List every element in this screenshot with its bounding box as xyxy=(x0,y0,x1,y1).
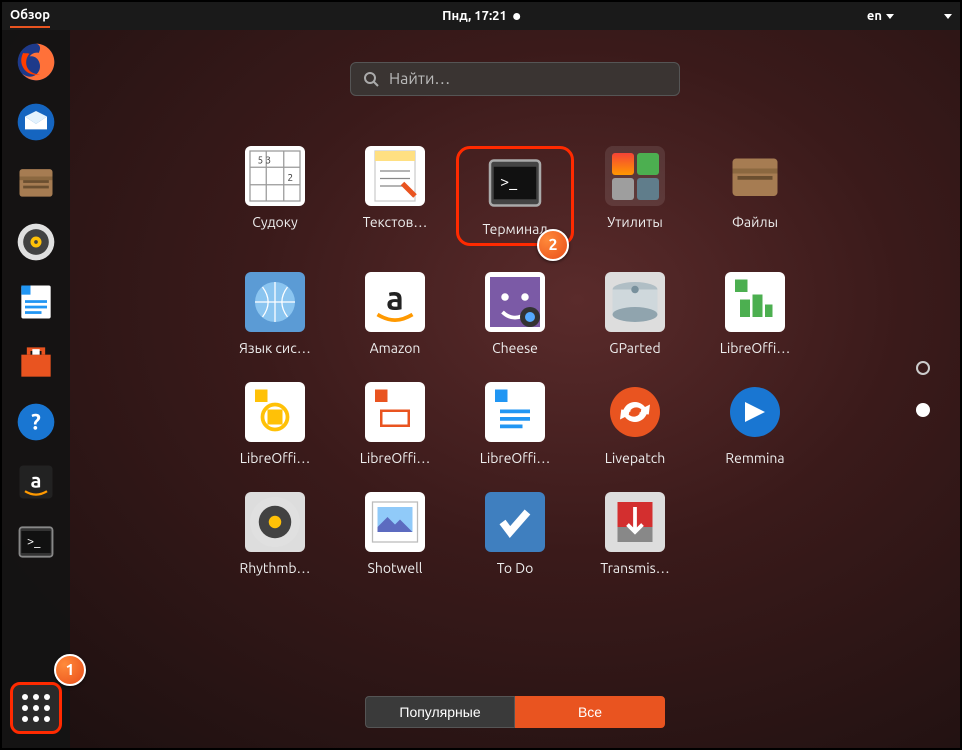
sudoku-icon: 5 3 2 xyxy=(245,146,305,206)
app-label: Судоку xyxy=(252,214,298,230)
dock-software[interactable] xyxy=(10,336,62,388)
dock-thunderbird[interactable] xyxy=(10,96,62,148)
app-label: Текстов… xyxy=(363,214,428,230)
svg-text:a: a xyxy=(386,281,404,317)
app-livepatch[interactable]: Livepatch xyxy=(576,382,694,466)
amazon-icon: a xyxy=(365,272,425,332)
svg-text:2: 2 xyxy=(288,172,294,183)
search-icon xyxy=(363,71,379,87)
app-label: Livepatch xyxy=(605,450,665,466)
app-cheese[interactable]: Cheese xyxy=(456,272,574,356)
page-dot-1[interactable] xyxy=(916,361,930,375)
app-label: Терминал xyxy=(482,221,547,237)
app-draw[interactable]: LibreOffi… xyxy=(216,382,334,466)
livepatch-icon xyxy=(605,382,665,442)
dock-rhythmbox[interactable] xyxy=(10,216,62,268)
rhythmbox-icon xyxy=(245,492,305,552)
utilities-folder-icon xyxy=(605,146,665,206)
app-label: To Do xyxy=(497,560,534,576)
app-label: Remmina xyxy=(725,450,784,466)
transmission-icon xyxy=(605,492,665,552)
app-amazon[interactable]: a Amazon xyxy=(336,272,454,356)
app-label: Cheese xyxy=(492,340,538,356)
app-sudoku[interactable]: 5 3 2 Судоку xyxy=(216,146,334,246)
gparted-icon xyxy=(605,272,665,332)
calc-icon xyxy=(725,272,785,332)
app-remmina[interactable]: Remmina xyxy=(696,382,814,466)
clock[interactable]: Пнд, 17:21 xyxy=(442,9,520,23)
annotation-step-2: 2 xyxy=(537,229,569,261)
app-label: Утилиты xyxy=(607,214,663,230)
app-transmission[interactable]: Transmis… xyxy=(576,492,694,576)
dock: ? a >_ 1 xyxy=(2,30,70,748)
app-texteditor[interactable]: Текстов… xyxy=(336,146,454,246)
view-tabs: Популярные Все xyxy=(365,696,665,728)
dock-firefox[interactable] xyxy=(10,36,62,88)
app-label: Amazon xyxy=(370,340,421,356)
page-indicator[interactable] xyxy=(916,361,930,417)
tab-all[interactable]: Все xyxy=(515,696,665,728)
language-icon xyxy=(245,272,305,332)
texteditor-icon xyxy=(365,146,425,206)
notification-dot-icon xyxy=(513,13,520,20)
app-rhythmbox[interactable]: Rhythmb… xyxy=(216,492,334,576)
app-label: LibreOffi… xyxy=(240,450,311,466)
app-writer[interactable]: LibreOffi… xyxy=(456,382,574,466)
page-dot-2[interactable] xyxy=(916,403,930,417)
app-todo[interactable]: To Do xyxy=(456,492,574,576)
chevron-down-icon xyxy=(944,14,952,19)
terminal-icon: >_ xyxy=(485,153,545,213)
dock-writer[interactable] xyxy=(10,276,62,328)
dock-files[interactable] xyxy=(10,156,62,208)
app-files[interactable]: Файлы xyxy=(696,146,814,246)
input-language[interactable]: en xyxy=(867,9,894,23)
draw-icon xyxy=(245,382,305,442)
app-label: LibreOffi… xyxy=(360,450,431,466)
svg-text:>_: >_ xyxy=(27,535,41,549)
search-field[interactable]: Найти… xyxy=(350,62,680,96)
datetime-text: Пнд, 17:21 xyxy=(442,9,507,23)
app-impress[interactable]: LibreOffi… xyxy=(336,382,454,466)
app-label: GParted xyxy=(609,340,660,356)
app-label: Файлы xyxy=(732,214,778,230)
files-icon xyxy=(725,146,785,206)
shotwell-icon xyxy=(365,492,425,552)
app-label: LibreOffi… xyxy=(720,340,791,356)
impress-icon xyxy=(365,382,425,442)
app-label: Shotwell xyxy=(368,560,423,576)
app-gparted[interactable]: GParted xyxy=(576,272,694,356)
svg-text:a: a xyxy=(31,469,42,492)
chevron-down-icon xyxy=(886,14,894,19)
apps-overview: Найти… 5 3 2 Судоку Текстов… >_ Терминал … xyxy=(70,30,960,748)
search-placeholder: Найти… xyxy=(389,70,450,88)
remmina-icon xyxy=(725,382,785,442)
app-terminal[interactable]: >_ Терминал 2 xyxy=(456,146,574,246)
todo-icon xyxy=(485,492,545,552)
dock-apps-container: 1 xyxy=(10,682,62,734)
svg-text:>_: >_ xyxy=(500,173,518,191)
svg-text:?: ? xyxy=(31,409,41,434)
power-icon[interactable] xyxy=(936,14,952,19)
app-label: LibreOffi… xyxy=(480,450,551,466)
dock-amazon[interactable]: a xyxy=(10,456,62,508)
app-utilities-folder[interactable]: Утилиты xyxy=(576,146,694,246)
app-language[interactable]: Язык сис… xyxy=(216,272,334,356)
svg-text:5 3: 5 3 xyxy=(258,155,272,166)
tab-frequent[interactable]: Популярные xyxy=(365,696,515,728)
app-label: Язык сис… xyxy=(239,340,311,356)
top-bar: Обзор Пнд, 17:21 en xyxy=(2,2,960,30)
dock-terminal[interactable]: >_ xyxy=(10,516,62,568)
show-apps-button[interactable] xyxy=(10,682,62,734)
app-grid: 5 3 2 Судоку Текстов… >_ Терминал 2 Утили… xyxy=(216,146,814,576)
writer-icon xyxy=(485,382,545,442)
app-label: Transmis… xyxy=(600,560,669,576)
dock-help[interactable]: ? xyxy=(10,396,62,448)
app-shotwell[interactable]: Shotwell xyxy=(336,492,454,576)
app-label: Rhythmb… xyxy=(239,560,310,576)
cheese-icon xyxy=(485,272,545,332)
app-calc[interactable]: LibreOffi… xyxy=(696,272,814,356)
activities-label[interactable]: Обзор xyxy=(10,4,50,28)
